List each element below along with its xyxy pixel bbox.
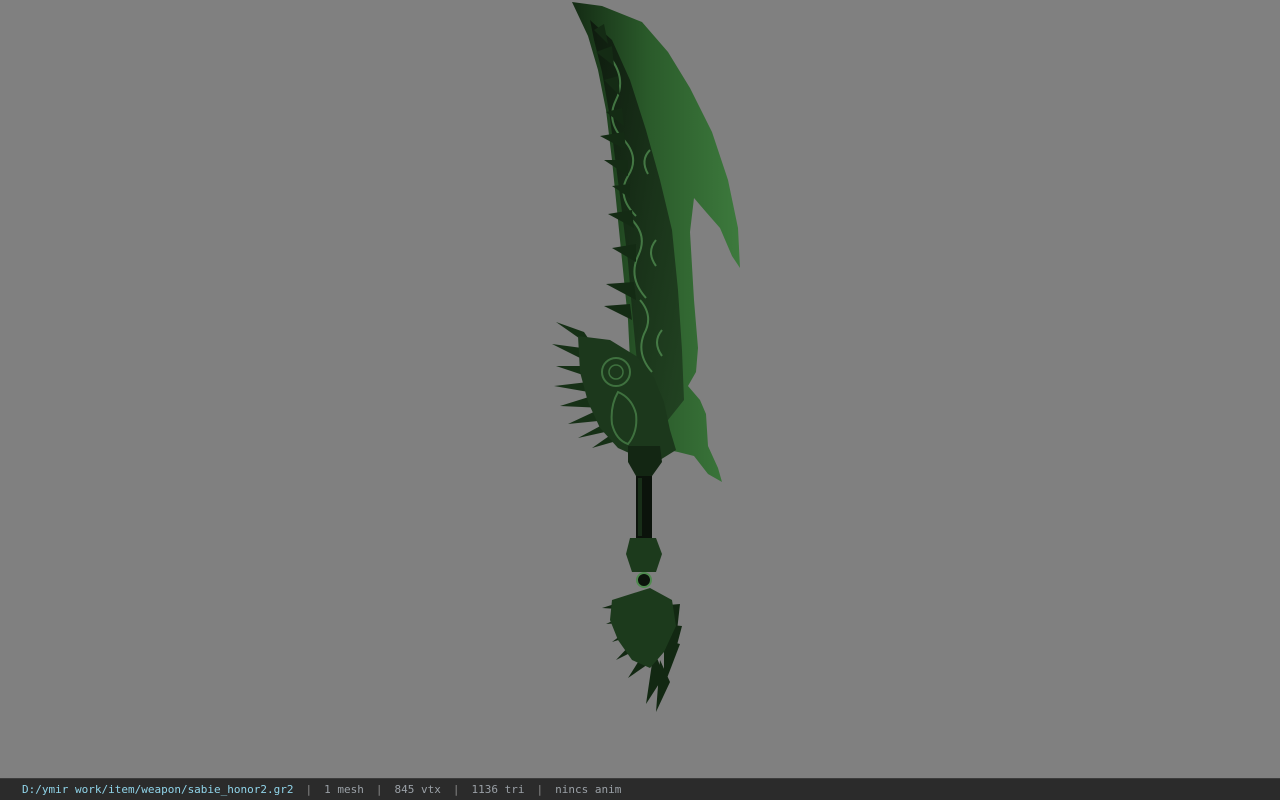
animation-status: nincs anim bbox=[555, 783, 622, 796]
weapon-model bbox=[552, 2, 740, 712]
handle-wrap bbox=[626, 538, 662, 572]
vertex-count: 845 vtx bbox=[394, 783, 441, 796]
file-path: D:/ymir work/item/weapon/sabie_honor2.gr… bbox=[22, 783, 294, 796]
triangle-count: 1136 tri bbox=[471, 783, 525, 796]
status-separator: | bbox=[536, 783, 544, 796]
status-separator: | bbox=[452, 783, 460, 796]
hilt-collar bbox=[628, 446, 662, 476]
pommel-ring bbox=[636, 572, 652, 588]
status-separator: | bbox=[375, 783, 383, 796]
mesh-count: 1 mesh bbox=[324, 783, 364, 796]
status-bar: D:/ymir work/item/weapon/sabie_honor2.gr… bbox=[0, 778, 1280, 800]
status-separator: | bbox=[305, 783, 313, 796]
3d-viewport[interactable] bbox=[0, 0, 1280, 778]
